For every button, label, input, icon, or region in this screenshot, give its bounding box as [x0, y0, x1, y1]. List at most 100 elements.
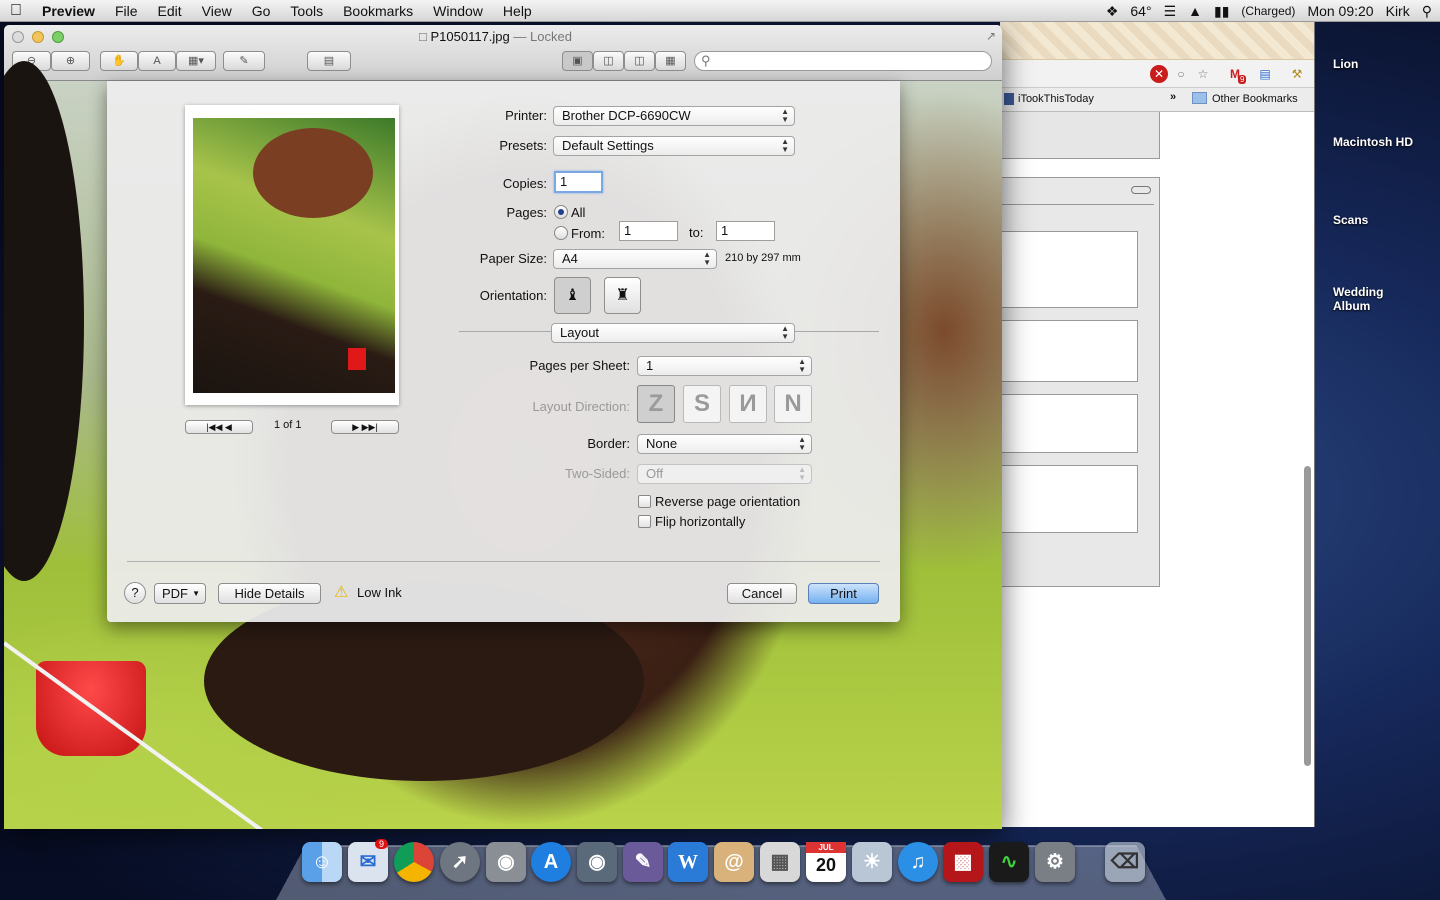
zoom-in-button[interactable]: ⊕: [51, 51, 90, 71]
trash-icon[interactable]: ⌫: [1105, 842, 1145, 882]
printer-select[interactable]: Brother DCP-6690CW ▲ ▼: [553, 106, 795, 126]
preview-icon[interactable]: ✎: [623, 842, 663, 882]
image-capture-icon[interactable]: ◉: [486, 842, 526, 882]
reverse-orientation-checkbox[interactable]: [638, 495, 651, 508]
border-select[interactable]: None ▲ ▼: [637, 434, 812, 454]
search-input[interactable]: ⚲: [694, 51, 992, 71]
pill-control[interactable]: [1131, 186, 1151, 194]
view-content-only-icon[interactable]: ▣: [562, 51, 593, 71]
weather-temperature[interactable]: 64°: [1130, 3, 1151, 19]
annotate-pencil-icon[interactable]: ✎: [223, 51, 265, 71]
itunes-icon[interactable]: ♫: [898, 842, 938, 882]
calculator-icon[interactable]: ▦: [760, 842, 800, 882]
menu-go[interactable]: Go: [242, 3, 281, 19]
presets-select[interactable]: Default Settings ▲ ▼: [553, 136, 795, 156]
fullscreen-icon[interactable]: ↗: [986, 29, 996, 43]
portrait-orientation-icon[interactable]: ♝: [554, 277, 591, 314]
menu-bookmarks[interactable]: Bookmarks: [333, 3, 423, 19]
reverse-orientation-label: Reverse page orientation: [655, 494, 801, 509]
menu-edit[interactable]: Edit: [148, 3, 192, 19]
menu-window[interactable]: Window: [423, 3, 493, 19]
first-previous-page-button[interactable]: |◀◀ ◀: [185, 420, 253, 434]
text-tool-icon[interactable]: A: [138, 51, 176, 71]
paper-size-select[interactable]: A4 ▲ ▼: [553, 249, 717, 269]
bookmark-itookthistoday[interactable]: iTookThisToday: [1018, 93, 1094, 105]
desktop-icon-scans[interactable]: Scans: [1333, 213, 1423, 227]
pages-all-radio[interactable]: [554, 205, 568, 219]
zoom-button[interactable]: [52, 31, 64, 43]
copies-input[interactable]: 1: [554, 171, 603, 193]
address-book-icon[interactable]: @: [714, 842, 754, 882]
menu-file[interactable]: File: [105, 3, 148, 19]
browser-theme-banner: [1000, 22, 1314, 60]
bookmarks-overflow-chevron[interactable]: »: [1170, 91, 1176, 103]
section-select[interactable]: Layout ▲ ▼: [551, 323, 795, 343]
stop-icon[interactable]: ✕: [1150, 65, 1168, 83]
pdf-menu-button[interactable]: PDF ▼: [154, 583, 206, 604]
bookmark-other-bookmarks[interactable]: Other Bookmarks: [1212, 93, 1298, 105]
battery-icon[interactable]: ▮▮: [1214, 3, 1229, 20]
pages-per-sheet-select[interactable]: 1 ▲ ▼: [637, 356, 812, 376]
launchpad-icon[interactable]: ➚: [440, 842, 480, 882]
user-name[interactable]: Kirk: [1386, 3, 1410, 19]
pages-from-input[interactable]: 1: [619, 221, 678, 241]
close-button[interactable]: [12, 31, 24, 43]
dropbox-icon[interactable]: ❖: [1106, 3, 1119, 20]
flip-horizontally-checkbox[interactable]: [638, 515, 651, 528]
facetime-icon[interactable]: ◉: [577, 842, 617, 882]
share-icon[interactable]: ▤: [307, 51, 351, 71]
menu-tools[interactable]: Tools: [280, 3, 333, 19]
app-store-icon[interactable]: A: [531, 842, 571, 882]
menu-help[interactable]: Help: [493, 3, 542, 19]
hand-tool-icon[interactable]: ✋: [100, 51, 138, 71]
finder-icon[interactable]: ☺: [302, 842, 342, 882]
iphoto-icon[interactable]: ☀: [852, 842, 892, 882]
two-sided-value: Off: [646, 466, 664, 481]
print-button[interactable]: Print: [808, 583, 879, 604]
bulb-icon[interactable]: ○: [1172, 65, 1190, 83]
volume-icon[interactable]: ▲: [1188, 3, 1202, 19]
content-box: [1001, 465, 1138, 533]
help-button[interactable]: ?: [124, 582, 146, 604]
pages-from-radio[interactable]: [554, 226, 568, 240]
menu-view[interactable]: View: [192, 3, 242, 19]
two-sided-select: Off ▲ ▼: [637, 464, 812, 484]
desktop-icon-lion[interactable]: Lion: [1333, 57, 1423, 71]
activity-monitor-icon[interactable]: ∿: [989, 842, 1029, 882]
chrome-icon[interactable]: [394, 842, 434, 882]
view-contact-sheet-icon[interactable]: ▦: [655, 51, 686, 71]
menu-app-name[interactable]: Preview: [32, 3, 105, 19]
hide-details-button[interactable]: Hide Details: [218, 583, 321, 604]
system-preferences-icon[interactable]: ⚙: [1035, 842, 1075, 882]
clock[interactable]: Mon 09:20: [1307, 3, 1373, 19]
landscape-orientation-icon[interactable]: ♜: [604, 277, 641, 314]
view-thumbnails-icon[interactable]: ◫: [593, 51, 624, 71]
content-box: [1001, 320, 1138, 382]
layout-z-direction-icon: Z: [637, 385, 675, 423]
calendar-icon[interactable]: JUL 20: [806, 842, 846, 882]
spotlight-search-icon[interactable]: ⚲: [1422, 3, 1432, 20]
cancel-button[interactable]: Cancel: [727, 583, 797, 604]
word-icon[interactable]: W: [668, 842, 708, 882]
view-toc-icon[interactable]: ◫: [624, 51, 655, 71]
wrench-icon[interactable]: ⚒: [1288, 65, 1306, 83]
apple-icon[interactable]: : [0, 2, 32, 20]
minimize-button[interactable]: [32, 31, 44, 43]
desktop-icon-wedding-album[interactable]: Wedding Album: [1333, 285, 1403, 313]
photo-booth-icon[interactable]: ▩: [943, 842, 983, 882]
wifi-icon[interactable]: ☰: [1164, 3, 1177, 20]
layout-reverse-n-direction-icon: И: [729, 385, 767, 423]
browser-scrollbar[interactable]: [1304, 466, 1311, 766]
next-last-page-button[interactable]: ▶ ▶▶|: [331, 420, 399, 434]
pages-to-input[interactable]: 1: [716, 221, 775, 241]
printer-icon[interactable]: ▤: [1256, 65, 1274, 83]
preview-window: □ P1050117.jpg — Locked ↗ ⊖ ⊕ ✋ A ▦▾ ✎ ▤…: [4, 25, 1002, 829]
window-title-status: Locked: [530, 29, 572, 44]
desktop-icon-macintosh-hd[interactable]: Macintosh HD: [1333, 135, 1423, 149]
calendar-month: JUL: [806, 842, 846, 853]
star-icon[interactable]: ☆: [1194, 65, 1212, 83]
pages-from-label: From:: [571, 226, 605, 241]
select-tool-icon[interactable]: ▦▾: [176, 51, 216, 71]
window-title-filename: P1050117.jpg: [430, 29, 510, 44]
two-sided-label: Two-Sided:: [564, 466, 630, 481]
